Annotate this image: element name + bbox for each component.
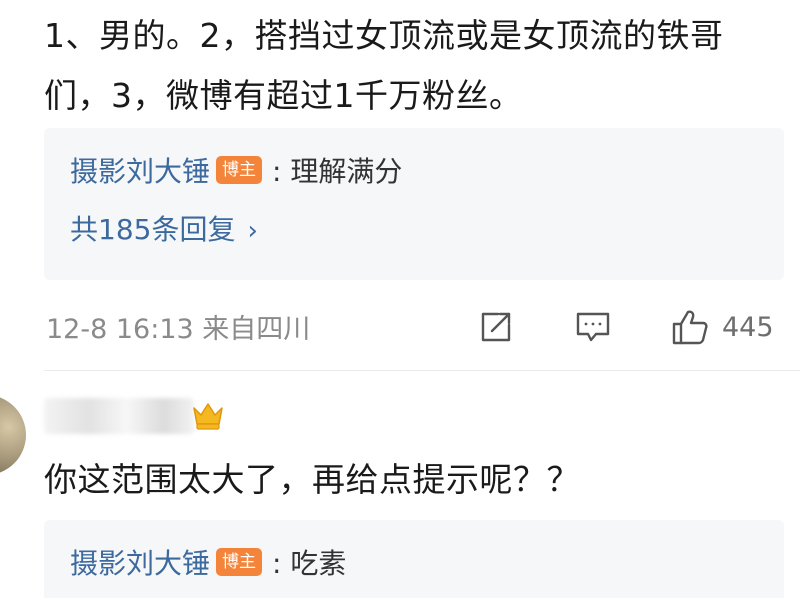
avatar[interactable] <box>0 395 26 475</box>
like-button[interactable]: 445 <box>670 305 774 349</box>
vip-crown-icon <box>193 403 223 430</box>
reply-item: 摄影刘大锤 博主: 吃素 <box>70 544 346 584</box>
blogger-badge: 博主 <box>216 548 263 576</box>
like-count: 445 <box>722 311 774 343</box>
comment-divider <box>44 370 800 371</box>
comment-button[interactable] <box>574 305 612 349</box>
reply-colon: : <box>272 155 282 188</box>
reply-text: 吃素 <box>290 547 347 580</box>
username-blurred[interactable] <box>44 398 194 434</box>
comment-time: 12-8 16:13 <box>46 314 194 345</box>
comment-timestamp: 12-8 16:13 来自四川 <box>46 307 310 346</box>
comment-text: 1、男的。2，搭挡过女顶流或是女顶流的铁哥们，3，微博有超过1千万粉丝。 <box>44 16 724 115</box>
blogger-badge: 博主 <box>216 156 263 184</box>
share-icon <box>481 312 511 342</box>
reply-item: 摄影刘大锤 博主: 理解满分 <box>70 152 402 192</box>
share-button[interactable] <box>478 305 514 349</box>
comment-location: 来自四川 <box>202 314 311 345</box>
chevron-right-icon: › <box>247 216 258 246</box>
more-replies-label: 共185条回复 <box>70 213 236 246</box>
reply-colon: : <box>272 547 282 580</box>
comment-icon <box>576 312 610 342</box>
reply-author-link[interactable]: 摄影刘大锤 <box>70 547 210 580</box>
reply-preview-box[interactable]: 摄影刘大锤 博主: 吃素 <box>44 520 784 598</box>
reply-author-link[interactable]: 摄影刘大锤 <box>70 155 210 188</box>
comment-text: 你这范围太大了，再给点提示呢？？ <box>44 460 580 499</box>
thumbs-up-icon <box>672 310 708 345</box>
comment-meta-row: 12-8 16:13 来自四川 445 <box>46 305 786 349</box>
view-more-replies-link[interactable]: 共185条回复 › <box>70 210 258 251</box>
reply-text: 理解满分 <box>290 155 403 188</box>
reply-preview-box[interactable]: 摄影刘大锤 博主: 理解满分 共185条回复 › <box>44 128 784 280</box>
